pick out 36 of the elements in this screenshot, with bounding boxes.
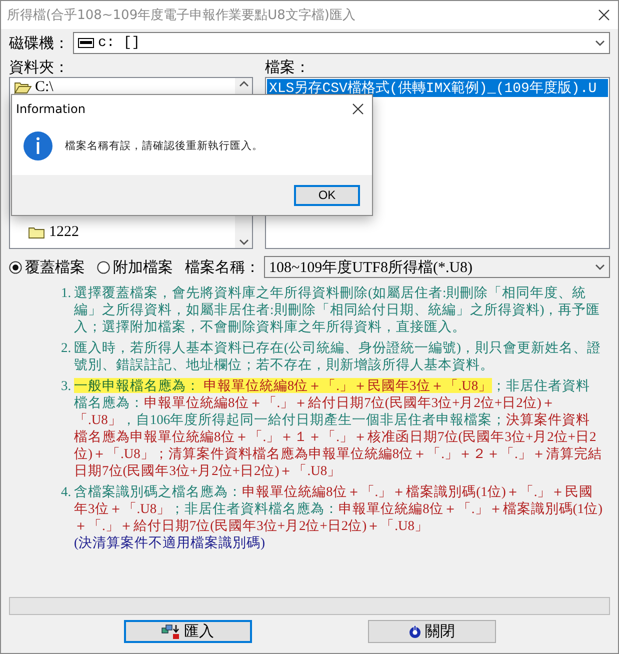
close-icon[interactable] bbox=[598, 9, 610, 21]
drive-icon bbox=[78, 38, 94, 48]
instruction-text: 選擇覆蓋檔案，會先將資料庫之年所得資料刪除(如屬居住者:則刪除「相同年度、統編」之所得資料，如屬非居住者:則刪除「相同給付日期、統編」之所得資料)，再予匯入；選擇附加檔案，不會刪除資料庫之年所得資料，直接匯入。 bbox=[74, 284, 602, 335]
close-icon[interactable] bbox=[352, 103, 364, 115]
instruction-text: 含檔案識別碼之檔名應為：申報單位統編8位＋「.」＋檔案識別碼(1位)＋「.」＋民國年3位＋「.U8」；非居住者資料檔名應為：申報單位統編8位＋「.」＋檔案識別碼(1位)＋「.」＋給付日期7位(民國年3位+月2位+日2位)＋「.U8」 bbox=[74, 483, 604, 534]
file-item[interactable]: XLS另存CSV檔格式(供轉IMX範例)_(109年度版).U bbox=[267, 79, 608, 97]
item-number: 4. bbox=[61, 483, 72, 501]
field-label: 檔案名稱： bbox=[185, 258, 260, 276]
field-label: 磁碟機： bbox=[9, 34, 69, 52]
folder-item[interactable]: C:\ bbox=[35, 79, 54, 96]
item-number: 2. bbox=[61, 339, 72, 357]
dialog-title: Information bbox=[16, 102, 86, 116]
dropdown-caret-icon bbox=[595, 264, 605, 270]
dialog-message: 檔案名稱有誤，請確認後重新執行匯入。 bbox=[65, 139, 263, 153]
drive-dropdown[interactable]: c: [] bbox=[73, 32, 610, 54]
remark-text: (決清算案件不適用檔案識別碼) bbox=[74, 534, 266, 551]
info-icon bbox=[23, 131, 53, 161]
power-icon bbox=[408, 624, 422, 638]
import-button[interactable]: 匯入 bbox=[124, 620, 252, 643]
dropdown-caret-icon bbox=[595, 40, 605, 46]
window-title: 所得檔(合乎108~109年度電子申報作業要點U8文字檔)匯入 bbox=[7, 7, 356, 24]
scroll-up-icon[interactable] bbox=[238, 81, 248, 87]
item-number: 3. bbox=[61, 377, 72, 395]
instruction-text: 匯入時，若所得人基本資料已存在(公司統編、身份證統一編號)，則只會更新姓名、證號別、錯誤註記、地址欄位；若不存在，則新增該所得人基本資料。 bbox=[74, 339, 602, 373]
import-icon bbox=[161, 624, 181, 640]
radio-option[interactable]: 覆蓋檔案 bbox=[9, 258, 85, 276]
scroll-down-icon[interactable] bbox=[238, 239, 248, 245]
ok-button[interactable]: OK bbox=[294, 184, 360, 206]
radio-option[interactable]: 附加檔案 bbox=[97, 258, 173, 276]
item-number: 1. bbox=[61, 284, 72, 302]
close-button[interactable]: 關閉 bbox=[368, 620, 496, 643]
folder-item[interactable]: 1222 bbox=[49, 224, 79, 241]
field-label: 資料夾： bbox=[9, 58, 70, 77]
file-type-dropdown[interactable]: 108~109年度UTF8所得檔(*.U8) bbox=[264, 256, 610, 278]
field-label: 檔案： bbox=[265, 58, 311, 77]
instruction-text: 一般申報檔名應為： 申報單位統編8位＋「.」＋民國年3位＋「.U8」；非居住者資料檔名應為：申報單位統編8位＋「.」＋給付日期7位(民國年3位+月2位+日2位)＋「.U8」，自106年度所得起同一給付日期產生一個非居住者申報檔案；決算案件資料檔名應為申報單位統編8位＋「.」＋１＋「.」＋核准函日期7位(民國年3位+月2位+日2位)＋「.U8」；清算案件資料檔名應為申報單位統編8位＋「.」＋２＋「.」＋清算完結日期7位(民國年3位+月2位+日2位)＋「.U8」 bbox=[74, 377, 603, 479]
